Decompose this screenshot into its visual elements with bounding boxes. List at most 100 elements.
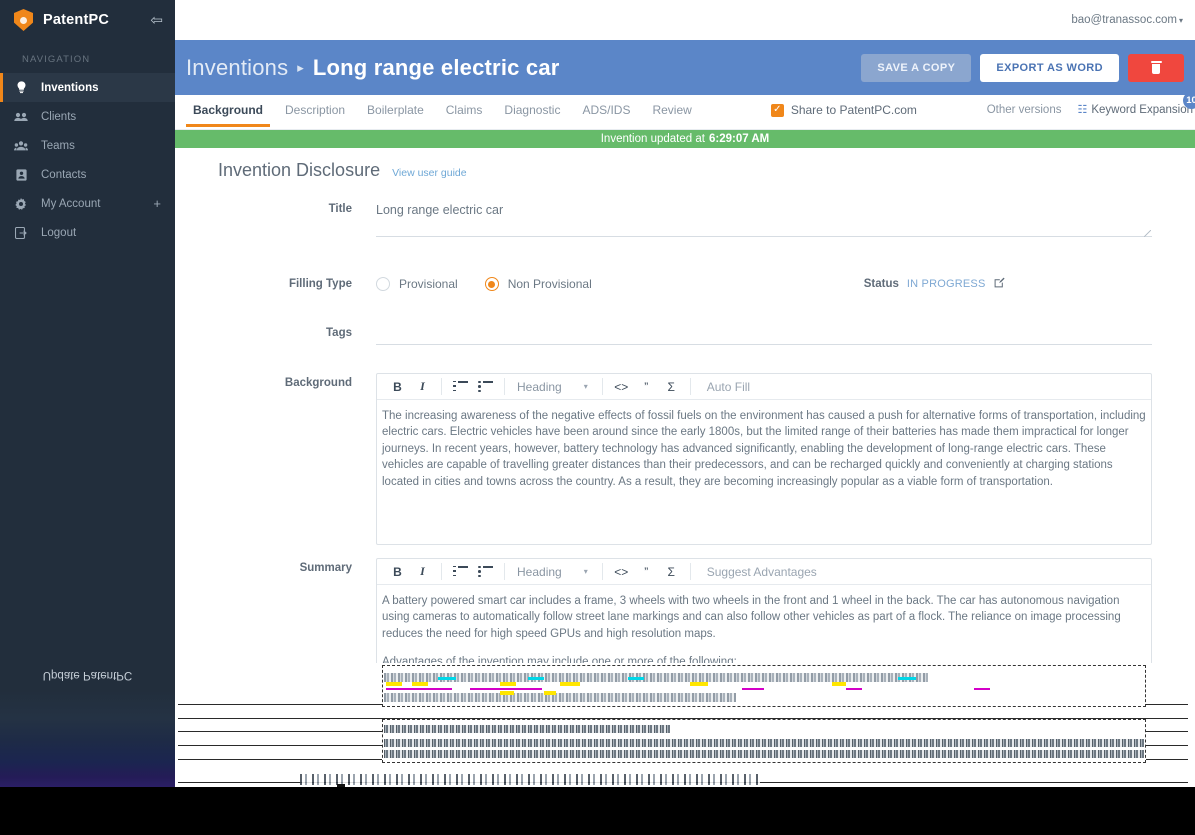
nav-section-heading: NAVIGATION	[0, 40, 175, 73]
heading-dropdown-label: Heading	[517, 380, 562, 394]
sidebar-item-label: Logout	[41, 227, 76, 239]
tab-description[interactable]: Description	[274, 95, 356, 126]
radio-unchecked-icon	[376, 277, 390, 291]
blockquote-button[interactable]: ”	[634, 559, 659, 584]
tags-row: Tags	[218, 323, 1152, 345]
tab-boilerplate[interactable]: Boilerplate	[356, 95, 435, 126]
add-account-icon[interactable]: +	[153, 196, 161, 211]
export-as-word-button[interactable]: EXPORT AS WORD	[980, 54, 1119, 82]
code-button[interactable]: <>	[609, 559, 634, 584]
background-field-label: Background	[218, 373, 376, 389]
sidebar-item-clients[interactable]: Clients	[0, 102, 175, 131]
tab-claims[interactable]: Claims	[435, 95, 494, 126]
spacer	[218, 295, 1152, 323]
radio-provisional[interactable]: Provisional	[376, 277, 458, 291]
spacer	[218, 246, 1152, 274]
background-paragraph: The increasing awareness of the negative…	[382, 408, 1146, 490]
heading-dropdown[interactable]: Heading ▾	[511, 380, 596, 394]
patentpc-logo-icon	[14, 9, 33, 31]
sidebar-item-label: Teams	[41, 140, 75, 152]
checkbox-checked-icon: ✓	[771, 104, 784, 117]
formula-button[interactable]: Σ	[659, 374, 684, 399]
sidebar-item-teams[interactable]: Teams	[0, 131, 175, 160]
ordered-list-button[interactable]	[448, 559, 473, 584]
collapse-sidebar-icon[interactable]: ⇦	[150, 13, 163, 28]
view-user-guide-link[interactable]: View user guide	[392, 167, 467, 179]
radio-non-provisional[interactable]: Non Provisional	[485, 277, 592, 291]
formula-button[interactable]: Σ	[659, 559, 684, 584]
update-patentpc-button[interactable]: ⬇ Update PatentPC	[0, 663, 175, 677]
title-input[interactable]	[376, 199, 1152, 237]
bold-button[interactable]: B	[385, 559, 410, 584]
breadcrumb-separator-icon: ▸	[297, 60, 304, 76]
status-group: Status IN PROGRESS	[864, 277, 1005, 291]
sidebar-item-logout[interactable]: Logout	[0, 218, 175, 247]
chevron-down-icon: ▾	[584, 567, 588, 576]
page-head: Invention Disclosure View user guide	[218, 160, 1152, 181]
other-versions-link[interactable]: Other versions	[987, 104, 1062, 116]
brand-header: PatentPC ⇦	[0, 0, 175, 40]
sidebar-item-label: Contacts	[41, 169, 86, 181]
banner-prefix: Invention updated at	[601, 133, 705, 145]
bullet-list-icon	[478, 381, 493, 392]
heading-dropdown[interactable]: Heading ▾	[511, 565, 596, 579]
chevron-down-icon: ▾	[1179, 16, 1183, 25]
gear-icon	[14, 198, 28, 210]
tab-diagnostic[interactable]: Diagnostic	[493, 95, 571, 126]
artifact-black-band	[0, 787, 1195, 835]
toolbar-divider	[504, 378, 505, 395]
user-email-label: bao@tranassoc.com	[1071, 14, 1177, 26]
sidebar-item-contacts[interactable]: Contacts	[0, 160, 175, 189]
summary-row: Summary B I He	[218, 558, 1152, 711]
sidebar-item-inventions[interactable]: Inventions	[0, 73, 175, 102]
italic-button[interactable]: I	[410, 559, 435, 584]
title-field-label: Title	[218, 199, 376, 215]
team-icon	[14, 141, 28, 151]
bold-button[interactable]: B	[385, 374, 410, 399]
bullet-list-button[interactable]	[473, 374, 498, 399]
breadcrumb-current: Long range electric car	[313, 55, 560, 81]
ordered-list-button[interactable]	[448, 374, 473, 399]
delete-invention-button[interactable]	[1128, 54, 1184, 82]
heading-dropdown-label: Heading	[517, 565, 562, 579]
save-a-copy-button[interactable]: SAVE A COPY	[861, 54, 971, 82]
user-account-menu[interactable]: bao@tranassoc.com▾	[1071, 14, 1183, 26]
banner-time: 6:29:07 AM	[709, 133, 769, 145]
filling-type-label: Filling Type	[218, 274, 376, 290]
ordered-list-icon	[453, 566, 468, 577]
blockquote-button[interactable]: ”	[634, 374, 659, 399]
title-field-wrap	[376, 199, 1152, 242]
radio-non-provisional-label: Non Provisional	[508, 277, 592, 291]
share-to-patentpc-toggle[interactable]: ✓ Share to PatentPC.com	[771, 103, 917, 117]
toolbar-divider	[441, 378, 442, 395]
toolbar-divider	[602, 563, 603, 580]
status-label: Status	[864, 278, 899, 290]
keyword-expansion-badge: 10	[1183, 92, 1195, 109]
tags-input[interactable]	[376, 323, 1152, 345]
bullet-list-button[interactable]	[473, 559, 498, 584]
keyword-expansion-button[interactable]: ☷ Keyword Expansion 10	[1077, 103, 1193, 116]
breadcrumb-root[interactable]: Inventions	[186, 55, 288, 81]
titlebar-actions: SAVE A COPY EXPORT AS WORD	[861, 54, 1184, 82]
summary-field-label: Summary	[218, 558, 376, 574]
italic-button[interactable]: I	[410, 374, 435, 399]
share-label: Share to PatentPC.com	[791, 103, 917, 117]
title-row: Title	[218, 199, 1152, 242]
code-button[interactable]: <>	[609, 374, 634, 399]
tab-background[interactable]: Background	[182, 95, 274, 126]
keyword-expansion-icon: ☷	[1077, 103, 1087, 116]
radio-checked-icon	[485, 277, 499, 291]
summary-editor-body[interactable]: A battery powered smart car includes a f…	[377, 585, 1151, 710]
background-row: Background B I	[218, 373, 1152, 545]
textarea-resize-handle[interactable]	[1144, 230, 1151, 237]
status-value: IN PROGRESS	[907, 278, 986, 290]
auto-fill-button[interactable]: Auto Fill	[697, 380, 750, 394]
toolbar-divider	[690, 378, 691, 395]
summary-paragraph: Advantages of the invention may include …	[382, 654, 1146, 670]
tab-review[interactable]: Review	[641, 95, 702, 126]
tab-ads-ids[interactable]: ADS/IDS	[571, 95, 641, 126]
sidebar-item-my-account[interactable]: My Account +	[0, 189, 175, 218]
edit-pencil-icon[interactable]	[994, 277, 1005, 291]
background-editor-body[interactable]: The increasing awareness of the negative…	[377, 400, 1151, 544]
suggest-advantages-button[interactable]: Suggest Advantages	[697, 565, 817, 579]
